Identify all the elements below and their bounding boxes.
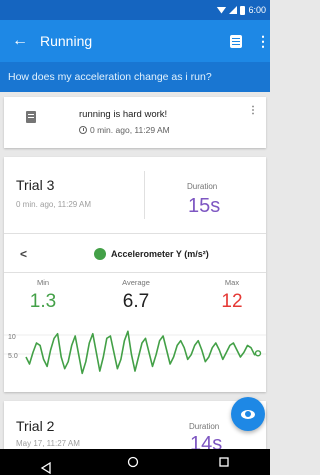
divider (4, 272, 266, 273)
experiment-question: How does my acceleration change as i run… (0, 62, 270, 92)
page-title: Running (40, 33, 93, 49)
more-vert-icon[interactable]: ⋮ (256, 34, 270, 48)
eye-icon (241, 409, 255, 419)
sensor-chart: 10 5.0 (4, 330, 266, 375)
chevron-left-icon[interactable]: < (20, 247, 27, 261)
more-vert-icon[interactable]: ⋮ (248, 105, 258, 116)
stat-max: Max 12 (202, 278, 262, 313)
y-tick-label: 10 (8, 334, 16, 341)
sensor-name: Accelerometer Y (m/s²) (111, 249, 209, 259)
divider (144, 171, 145, 219)
trial-timestamp: May 17, 11:27 AM (16, 439, 80, 448)
note-text: running is hard work! (79, 109, 168, 120)
stat-average-label: Average (122, 278, 150, 287)
nav-back-icon[interactable] (40, 457, 51, 474)
duration-label: Duration (187, 182, 218, 191)
battery-icon (240, 5, 246, 15)
note-timestamp: 0 min. ago, 11:29 AM (79, 125, 170, 135)
view-fab-button[interactable] (231, 397, 265, 431)
trial-card[interactable]: Trial 3 0 min. ago, 11:29 AM Duration 15… (4, 157, 266, 392)
nav-recents-icon[interactable] (218, 456, 230, 468)
note-card[interactable]: running is hard work! 0 min. ago, 11:29 … (4, 97, 266, 148)
duration-value: 15s (188, 195, 221, 217)
trial-name: Trial 2 (16, 418, 55, 434)
sensor-icon (94, 248, 106, 260)
stat-min-value: 1.3 (29, 291, 57, 312)
divider (4, 233, 266, 234)
app-bar: ← Running ⋮ (0, 20, 270, 62)
y-tick-label: 5.0 (8, 353, 18, 360)
series-line (25, 330, 259, 375)
wifi-icon (216, 6, 227, 14)
stat-average-value: 6.7 (122, 291, 150, 312)
trial-timestamp: 0 min. ago, 11:29 AM (16, 200, 92, 209)
note-icon[interactable] (230, 34, 242, 48)
note-icon (26, 111, 36, 123)
note-time-label: 0 min. ago, 11:29 AM (90, 125, 170, 135)
stat-average: Average 6.7 (106, 278, 166, 313)
stat-min: Min 1.3 (18, 278, 68, 313)
trial-name: Trial 3 (16, 177, 55, 193)
clock-icon (79, 126, 87, 134)
stat-max-value: 12 (221, 291, 243, 312)
status-bar: 6:00 (0, 0, 270, 20)
duration-label: Duration (189, 422, 220, 431)
series-end-point (254, 350, 262, 357)
nav-home-icon[interactable] (127, 456, 139, 468)
status-time: 6:00 (248, 5, 266, 15)
arrow-back-icon[interactable]: ← (0, 32, 40, 50)
stat-max-label: Max (224, 278, 240, 287)
signal-icon (229, 6, 238, 14)
navigation-bar (0, 449, 270, 475)
sensor-selector: < Accelerometer Y (m/s²) (4, 241, 266, 267)
stat-min-label: Min (36, 278, 50, 287)
